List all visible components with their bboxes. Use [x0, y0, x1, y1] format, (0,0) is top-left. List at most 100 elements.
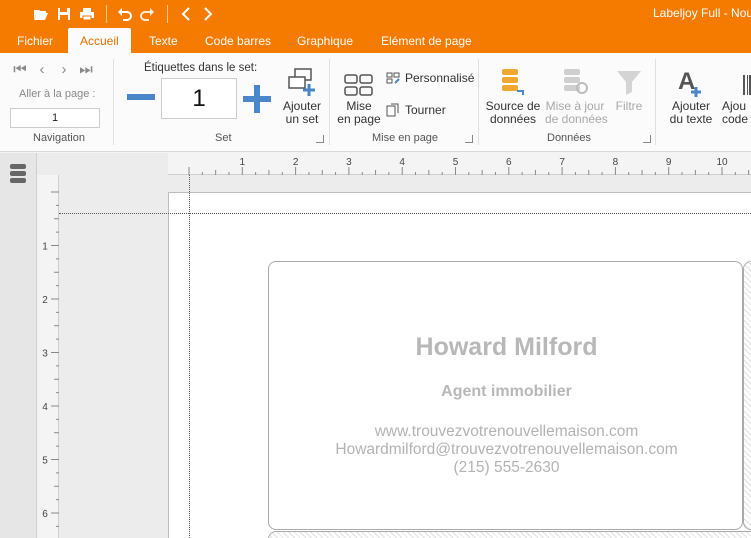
data-group-label: Données	[547, 132, 592, 144]
barcode-icon	[722, 63, 751, 97]
add-set-label-2: un set	[285, 112, 319, 126]
toolbar-separator	[167, 5, 168, 23]
forward-arrow-icon[interactable]	[198, 4, 218, 24]
ruler-label: 5	[453, 157, 459, 168]
tab-fichier[interactable]: Fichier	[5, 28, 65, 53]
add-text-label-2: du texte	[669, 112, 713, 126]
card-phone-text[interactable]: (215) 555-2630	[269, 459, 744, 477]
navigation-group-label: Navigation	[33, 132, 85, 144]
title-bar: Labeljoy Full - Nou	[0, 0, 751, 28]
filter-label: Filtre	[615, 99, 643, 113]
card-email-text[interactable]: Howardmilford@trouvezvotrenouvellemaison…	[269, 441, 744, 459]
ruler-label: 5	[42, 456, 48, 467]
custom-layout-button[interactable]: Personnalisé	[386, 71, 474, 85]
layout-group-label: Mise en page	[372, 132, 439, 144]
toolbar-separator	[106, 5, 107, 23]
ruler-label: 6	[42, 509, 48, 520]
add-text-button[interactable]: A Ajouter du texte	[663, 63, 719, 126]
ruler-label: 2	[42, 295, 48, 306]
ruler-label: 6	[506, 157, 512, 168]
vertical-ruler-ticks: 1 2 3 4 5 6	[42, 191, 59, 527]
tab-graphique[interactable]: Graphique	[285, 28, 365, 53]
data-source-label-2: données	[489, 112, 537, 126]
redo-icon[interactable]	[137, 4, 157, 24]
update-data-label-2: de données	[545, 112, 608, 126]
group-separator	[655, 59, 656, 145]
rotate-icon	[386, 103, 399, 117]
page-setup-button[interactable]: Mise en page	[336, 63, 382, 126]
label-card[interactable]: Howard Milford Agent immobilier www.trou…	[268, 261, 743, 530]
print-icon[interactable]	[77, 4, 97, 24]
vertical-ruler: 1 2 3 4 5 6	[37, 175, 59, 538]
tab-code-barres[interactable]: Code barres	[193, 28, 283, 53]
add-barcode-label-2: code	[722, 112, 749, 126]
page-setup-icon	[336, 63, 382, 97]
refresh-database-icon	[545, 63, 605, 97]
data-source-button[interactable]: Source de données	[485, 63, 541, 126]
add-barcode-button[interactable]: Ajou code	[722, 63, 751, 126]
ruler-label: 3	[42, 349, 48, 360]
add-set-icon	[280, 63, 324, 97]
ruler-label: 10	[716, 157, 728, 168]
previous-page-icon[interactable]: ‹	[34, 61, 50, 78]
vertical-margin-guide	[189, 175, 190, 538]
custom-layout-icon	[386, 72, 400, 84]
ruler-label: 3	[346, 157, 352, 168]
undo-icon[interactable]	[115, 4, 135, 24]
tab-texte[interactable]: Texte	[137, 28, 190, 53]
ribbon-tabs: Fichier Accueil Texte Code barres Graphi…	[0, 28, 751, 53]
decrease-labels-button[interactable]	[127, 94, 155, 100]
set-group-label: Set	[215, 132, 232, 144]
ruler-label: 4	[42, 402, 48, 413]
tab-element-de-page[interactable]: Elément de page	[369, 28, 484, 53]
ruler-label: 2	[293, 157, 299, 168]
database-icon	[485, 63, 541, 97]
horizontal-ruler-ticks: 1 2 3 4 5 6 7 8 9 10	[188, 157, 750, 175]
card-role-text[interactable]: Agent immobilier	[269, 383, 744, 401]
card-website-text[interactable]: www.trouvezvotrenouvellemaison.com	[269, 423, 744, 441]
adjacent-label-card[interactable]	[743, 261, 751, 530]
filter-icon	[612, 63, 646, 97]
goto-page-label: Aller à la page :	[19, 88, 96, 100]
app-title: Labeljoy Full - Nou	[653, 6, 751, 20]
next-page-icon[interactable]: ›	[56, 61, 72, 78]
open-folder-icon[interactable]	[31, 4, 51, 24]
set-dialog-launcher-icon[interactable]	[316, 135, 324, 143]
increase-labels-button[interactable]	[243, 85, 271, 113]
card-name-text[interactable]: Howard Milford	[269, 333, 744, 362]
ruler-label: 9	[666, 157, 672, 168]
group-separator	[113, 59, 114, 145]
page-setup-label-2: en page	[337, 112, 381, 126]
data-dialog-launcher-icon[interactable]	[643, 135, 651, 143]
tab-accueil[interactable]: Accueil	[68, 28, 131, 53]
ruler-label: 1	[240, 157, 246, 168]
ribbon: ⏮ ‹ › ⏭ Aller à la page : 1 Navigation É…	[0, 53, 751, 152]
group-separator	[329, 59, 330, 145]
rotate-button[interactable]: Tourner	[386, 103, 446, 117]
filter-button[interactable]: Filtre	[612, 63, 646, 113]
horizontal-margin-guide	[59, 213, 751, 214]
horizontal-ruler: 1 2 3 4 5 6 7 8 9 10	[168, 153, 751, 175]
add-text-icon: A	[663, 63, 719, 97]
layout-dialog-launcher-icon[interactable]	[465, 135, 473, 143]
rotate-label: Tourner	[405, 103, 446, 117]
ruler-label: 4	[399, 157, 405, 168]
save-icon[interactable]	[54, 4, 74, 24]
first-page-icon[interactable]: ⏮	[12, 61, 28, 78]
left-tool-strip	[0, 153, 37, 538]
labels-in-set-label: Étiquettes dans le set:	[144, 62, 258, 74]
update-data-button[interactable]: Mise à jour de données	[545, 63, 608, 126]
add-set-button[interactable]: Ajouter un set	[280, 63, 324, 126]
ruler-label: 8	[613, 157, 619, 168]
last-page-icon[interactable]: ⏭	[78, 61, 94, 78]
group-separator	[478, 59, 479, 145]
custom-layout-label: Personnalisé	[405, 71, 475, 85]
back-arrow-icon[interactable]	[176, 4, 196, 24]
lower-label-card[interactable]	[268, 531, 751, 538]
labels-in-set-value[interactable]: 1	[161, 78, 237, 119]
ruler-label: 7	[559, 157, 565, 168]
ruler-label: 1	[42, 242, 48, 253]
data-panel-icon[interactable]	[9, 163, 27, 188]
page-navigation: ⏮ ‹ › ⏭	[12, 61, 94, 78]
goto-page-input[interactable]: 1	[10, 108, 100, 128]
